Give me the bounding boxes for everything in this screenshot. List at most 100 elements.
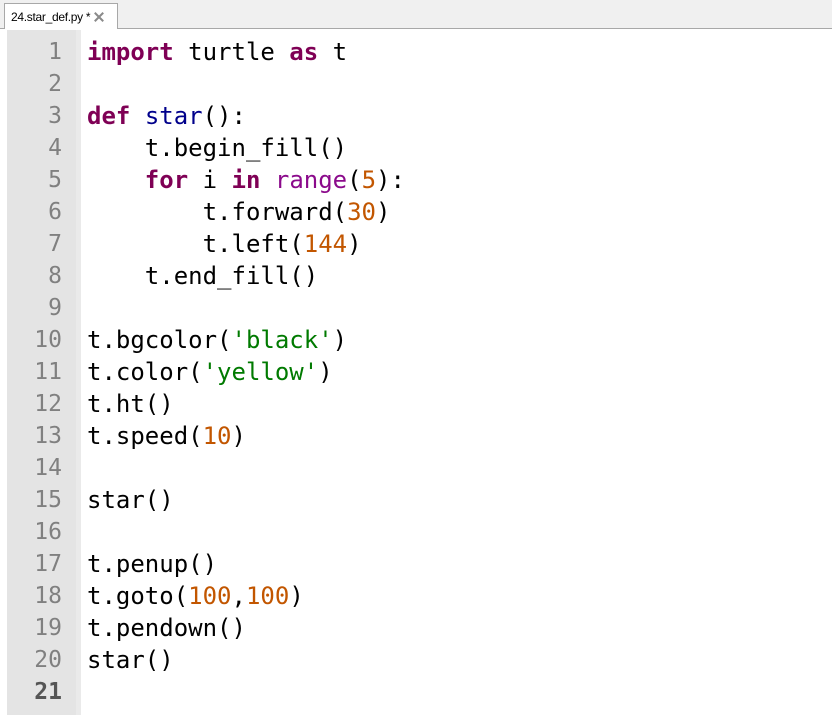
code-token: 30 [347,198,376,226]
code-token: star() [87,646,174,674]
code-line[interactable]: 2 [0,68,832,100]
line-number: 8 [48,263,62,289]
close-icon[interactable] [93,11,105,23]
code-line[interactable]: 18 t.goto(100,100) [0,580,832,612]
code-text: star() [87,644,174,676]
line-number: 9 [48,295,62,321]
tab-file[interactable]: 24.star_def.py * [4,3,118,29]
code-line[interactable]: 4 t.begin_fill() [0,132,832,164]
code-token: as [289,38,319,66]
code-line[interactable]: 11 t.color('yellow') [0,356,832,388]
code-token: t.forward( [87,198,348,226]
code-text: t.left(144) [87,228,362,260]
code-token: t.color( [87,358,203,386]
code-text: for i in range(5): [87,164,405,196]
line-number: 3 [48,103,62,129]
tab-bar: 24.star_def.py * [0,0,832,29]
code-line[interactable]: 8 t.end_fill() [0,260,832,292]
code-text: t.speed(10) [87,420,246,452]
code-token: t.speed( [87,422,203,450]
code-text: t.color('yellow') [87,356,333,388]
line-number: 1 [48,39,62,65]
line-number: 16 [34,519,62,545]
code-text: t.bgcolor('black') [87,324,347,356]
code-token: range [274,166,348,194]
code-token: (): [202,102,246,130]
code-text: t.end_fill() [87,260,318,292]
code-token: in [231,166,261,194]
code-token: ) [318,358,333,386]
line-number: 12 [34,391,62,417]
code-text: t.begin_fill() [87,132,347,164]
code-line[interactable]: 5 for i in range(5): [0,164,832,196]
code-token: ) [347,230,362,258]
code-text: t.forward(30) [87,196,391,228]
code-line[interactable]: 3 def star(): [0,100,832,132]
line-number: 7 [48,231,62,257]
line-number: 4 [48,135,62,161]
code-text: t.goto(100,100) [87,580,304,612]
code-editor[interactable]: 1 import turtle as t 2 3 def star(): 4 t.begi… [0,30,832,715]
code-line[interactable]: 15 star() [0,484,832,516]
code-line[interactable]: 19 t.pendown() [0,612,832,644]
code-token: t.ht() [87,390,174,418]
line-number: 20 [34,647,62,673]
code-token: 10 [202,422,232,450]
code-token: i [188,166,232,194]
code-token: ) [289,582,304,610]
code-line[interactable]: 16 [0,516,832,548]
code-token: turtle [173,38,290,66]
code-line[interactable]: 13 t.speed(10) [0,420,832,452]
code-token: for [144,166,189,194]
code-text: def star(): [87,100,246,132]
line-number: 2 [48,71,62,97]
line-number: 15 [34,487,62,513]
line-number: 21 [34,679,62,705]
code-token: 5 [361,166,377,194]
code-line[interactable]: 20 star() [0,644,832,676]
code-text: star() [87,484,174,516]
code-token: ): [376,166,405,194]
code-token: t.bgcolor( [87,326,232,354]
code-line[interactable]: 17 t.penup() [0,548,832,580]
modified-indicator: * [85,9,91,24]
code-token: t [318,38,348,66]
code-token: t.end_fill() [87,262,319,290]
tab-title: 24.star_def.py [11,9,83,24]
line-number: 13 [34,423,62,449]
line-number: 10 [34,327,62,353]
code-line[interactable]: 6 t.forward(30) [0,196,832,228]
code-line[interactable]: 21 [0,676,832,708]
code-line[interactable]: 10 t.bgcolor('black') [0,324,832,356]
line-number: 19 [34,615,62,641]
line-number: 17 [34,551,62,577]
code-text: t.pendown() [87,612,246,644]
code-token: import [87,38,174,66]
code-token: t.penup() [87,550,218,578]
code-line[interactable]: 9 [0,292,832,324]
code-token: ) [376,198,391,226]
code-line[interactable]: 1 import turtle as t [0,36,832,68]
code-token: t.goto( [87,582,189,610]
code-token: 144 [303,230,348,258]
line-number: 18 [34,583,62,609]
code-token: 100 [245,582,290,610]
line-number: 5 [48,167,62,193]
code-line[interactable]: 7 t.left(144) [0,228,832,260]
code-token: t.begin_fill() [87,134,348,162]
code-token: def [87,102,131,130]
code-token: star [144,102,203,130]
line-number: 6 [48,199,62,225]
code-line[interactable]: 12 t.ht() [0,388,832,420]
line-number: 14 [34,455,62,481]
code-token: star() [87,486,174,514]
code-line[interactable]: 14 [0,452,832,484]
code-token: ) [231,422,246,450]
code-token: ) [332,326,348,354]
code-text: import turtle as t [87,36,347,68]
code-token: 'black' [231,326,333,354]
code-text: t.ht() [87,388,174,420]
